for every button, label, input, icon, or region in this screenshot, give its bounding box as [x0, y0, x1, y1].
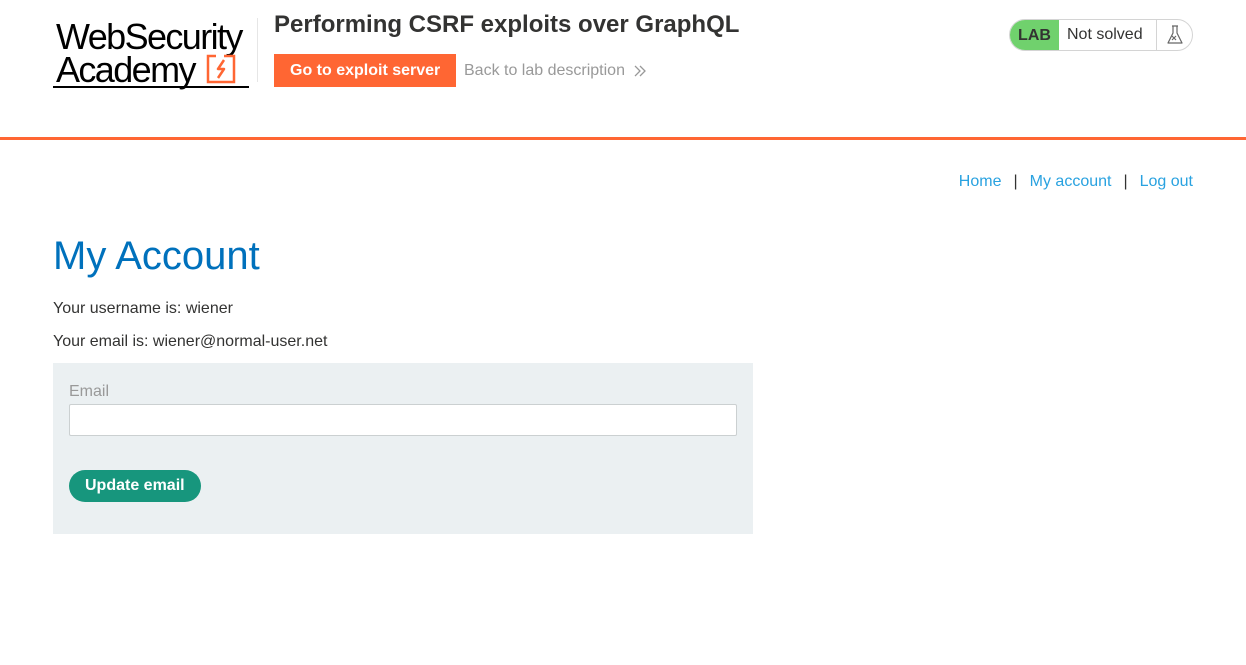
academy-logo[interactable]: WebSecurity Academy	[53, 18, 257, 90]
update-email-button[interactable]: Update email	[69, 470, 201, 502]
lightning-bolt-icon	[206, 54, 236, 84]
email-field-label: Email	[69, 383, 110, 400]
logo-divider	[257, 18, 258, 82]
logo-underline	[53, 86, 249, 88]
lab-badge: LAB	[1010, 20, 1059, 50]
back-link-label: Back to lab description	[464, 62, 625, 79]
lab-header: WebSecurity Academy Performing CSRF expl…	[0, 0, 1246, 140]
lab-title: Performing CSRF exploits over GraphQL	[274, 11, 740, 38]
page-title: My Account	[53, 234, 260, 278]
flask-icon	[1157, 20, 1192, 50]
nav-home-link[interactable]: Home	[959, 173, 1002, 191]
exploit-server-button[interactable]: Go to exploit server	[274, 54, 457, 87]
top-navigation: Home | My account | Log out	[959, 173, 1193, 191]
nav-my-account-link[interactable]: My account	[1030, 173, 1112, 191]
double-chevron-right-icon	[634, 65, 646, 77]
nav-separator: |	[1123, 173, 1128, 190]
nav-separator: |	[1013, 173, 1018, 190]
logo-text-line2: Academy	[56, 49, 196, 90]
nav-log-out-link[interactable]: Log out	[1140, 173, 1193, 191]
back-to-lab-description-link[interactable]: Back to lab description	[464, 62, 647, 80]
username-info: Your username is: wiener	[53, 300, 233, 317]
email-info: Your email is: wiener@normal-user.net	[53, 333, 328, 350]
change-email-form: Email Update email	[53, 363, 753, 534]
email-field[interactable]	[69, 404, 737, 436]
lab-status-text: Not solved	[1059, 20, 1157, 50]
lab-status-widget: LAB Not solved	[1009, 19, 1193, 51]
